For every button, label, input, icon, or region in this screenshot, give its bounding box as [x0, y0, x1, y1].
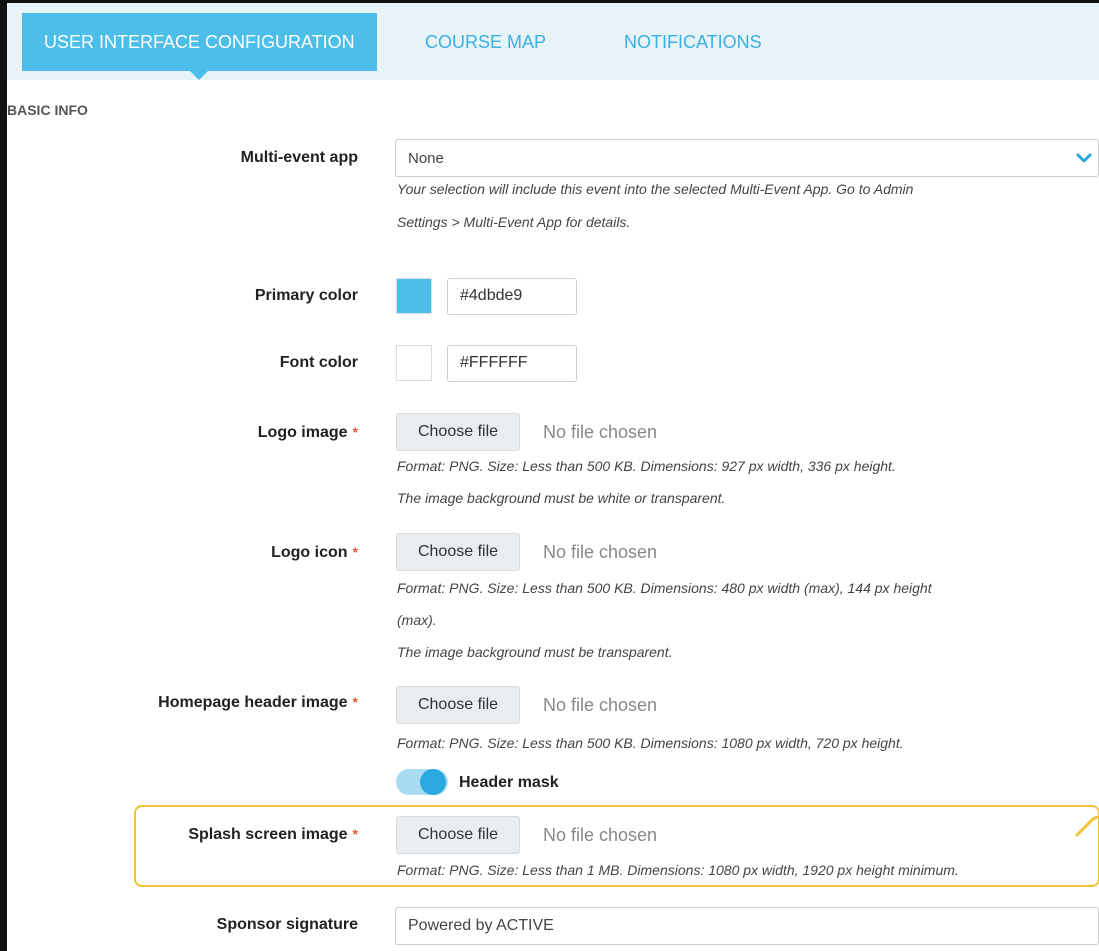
- header-mask-label: Header mask: [459, 774, 559, 791]
- splash-screen-label: Splash screen image *: [188, 826, 358, 844]
- multi-event-select[interactable]: None: [395, 139, 1099, 177]
- primary-color-input[interactable]: #4dbde9: [447, 278, 577, 315]
- logo-image-no-file: No file chosen: [543, 422, 658, 442]
- homepage-header-help-line1: Format: PNG. Size: Less than 500 KB. Dim…: [397, 735, 904, 751]
- splash-screen-no-file: No file chosen: [543, 825, 658, 845]
- header-mask-toggle[interactable]: [396, 769, 448, 795]
- required-mark: *: [352, 694, 358, 710]
- primary-color-label: Primary color: [254, 287, 358, 304]
- font-color-swatch[interactable]: [396, 345, 432, 381]
- logo-image-label: Logo image *: [258, 424, 358, 442]
- tab-notifications[interactable]: NOTIFICATIONS: [624, 13, 762, 71]
- required-mark: *: [352, 826, 358, 842]
- logo-image-help-line2: The image background must be white or tr…: [397, 490, 726, 506]
- required-mark: *: [352, 544, 358, 560]
- homepage-header-label: Homepage header image *: [158, 694, 358, 712]
- logo-image-label-text: Logo image: [257, 424, 348, 441]
- splash-screen-choose-file-button[interactable]: Choose file: [396, 816, 520, 854]
- sponsor-signature-label: Sponsor signature: [216, 916, 358, 933]
- multi-event-help-line1: Your selection will include this event i…: [397, 181, 914, 197]
- homepage-header-choose-file-button[interactable]: Choose file: [396, 686, 520, 724]
- logo-icon-help-line3: The image background must be transparent…: [397, 644, 673, 660]
- homepage-header-no-file: No file chosen: [543, 695, 658, 715]
- splash-screen-help-line1: Format: PNG. Size: Less than 1 MB. Dimen…: [397, 862, 959, 878]
- multi-event-label: Multi-event app: [240, 149, 358, 166]
- tab-course-map[interactable]: COURSE MAP: [425, 13, 546, 71]
- tab-bar: USER INTERFACE CONFIGURATION COURSE MAP …: [7, 3, 1099, 80]
- pencil-icon[interactable]: [1074, 816, 1099, 838]
- multi-event-value: None: [408, 150, 444, 167]
- page: USER INTERFACE CONFIGURATION COURSE MAP …: [0, 0, 1099, 951]
- splash-screen-label-text: Splash screen image: [188, 826, 348, 843]
- logo-icon-help-line1: Format: PNG. Size: Less than 500 KB. Dim…: [397, 580, 932, 596]
- logo-image-choose-file-button[interactable]: Choose file: [396, 413, 520, 451]
- logo-icon-label-text: Logo icon: [271, 544, 348, 561]
- tab-user-interface-configuration[interactable]: USER INTERFACE CONFIGURATION: [22, 13, 377, 80]
- logo-icon-label: Logo icon *: [271, 544, 358, 562]
- primary-color-swatch[interactable]: [396, 278, 432, 314]
- homepage-header-label-text: Homepage header image: [158, 694, 348, 711]
- multi-event-help-line2: Settings > Multi-Event App for details.: [397, 214, 631, 230]
- logo-icon-no-file: No file chosen: [543, 542, 658, 562]
- chevron-down-icon: [1076, 153, 1092, 163]
- logo-image-help-line1: Format: PNG. Size: Less than 500 KB. Dim…: [397, 458, 896, 474]
- toggle-knob: [420, 769, 446, 795]
- logo-icon-choose-file-button[interactable]: Choose file: [396, 533, 520, 571]
- font-color-label: Font color: [279, 354, 358, 371]
- font-color-input[interactable]: #FFFFFF: [447, 345, 577, 382]
- required-mark: *: [352, 424, 358, 440]
- sponsor-signature-input[interactable]: Powered by ACTIVE: [395, 907, 1099, 945]
- section-title: BASIC INFO: [7, 102, 88, 118]
- left-border: [0, 0, 7, 951]
- logo-icon-help-line2: (max).: [397, 612, 437, 628]
